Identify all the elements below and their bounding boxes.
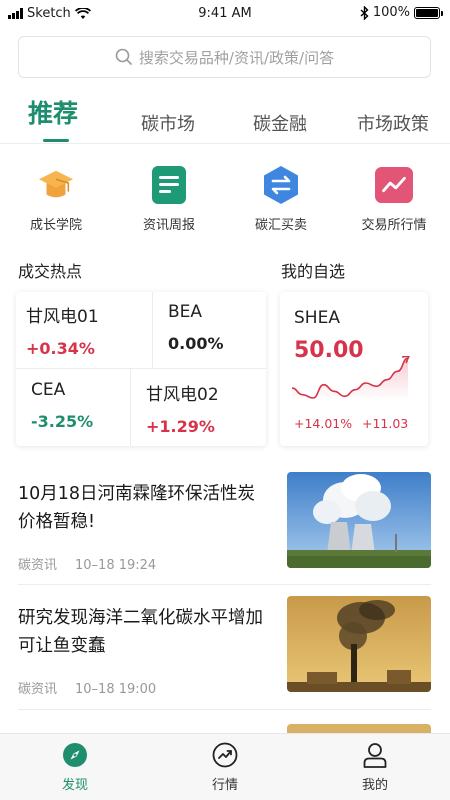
favorite-change-abs: +11.03 (362, 416, 409, 431)
news-thumbnail (287, 472, 431, 568)
user-icon (362, 742, 388, 768)
bluetooth-icon (360, 5, 369, 20)
section-title-hot: 成交热点 (18, 262, 83, 281)
hot-trading-card: 甘风电01 +0.34% BEA 0.00% CEA -3.25% 甘风电02 … (16, 292, 266, 446)
hot-item[interactable]: CEA -3.25% (31, 380, 93, 431)
tab-carbon-market[interactable]: 碳市场 (141, 110, 195, 136)
news-source: 碳资讯 (18, 558, 58, 573)
entry-growth-academy[interactable]: 成长学院 (0, 166, 112, 233)
search-icon (115, 48, 132, 66)
trend-circle-icon (212, 742, 238, 768)
nav-market[interactable]: 行情 (185, 742, 265, 793)
news-source: 碳资讯 (18, 682, 58, 697)
quick-entries: 成长学院 资讯周报 碳汇买卖 交易所行情 (0, 166, 450, 236)
trend-chart-icon (375, 166, 413, 204)
entry-weekly-news[interactable]: 资讯周报 (113, 166, 225, 233)
search-input[interactable]: 搜索交易品种/资讯/政策/问答 (18, 36, 431, 78)
tab-indicator (43, 139, 69, 142)
nav-discover[interactable]: 发现 (35, 742, 115, 793)
battery-percent: 100% (372, 5, 410, 20)
news-time: 10–18 19:00 (75, 682, 157, 697)
exchange-icon (262, 166, 300, 204)
bottom-nav: 发现 行情 我的 (0, 733, 450, 800)
compass-icon (62, 742, 88, 768)
battery-icon (414, 6, 443, 19)
section-title-favorites: 我的自选 (281, 262, 346, 281)
search-placeholder: 搜索交易品种/资讯/政策/问答 (138, 48, 335, 67)
tab-recommend[interactable]: 推荐 (28, 94, 78, 130)
news-item[interactable]: 10月18日河南霖隆环保活性炭价格暂稳! 碳资讯 10–18 19:24 (0, 472, 450, 604)
favorite-card[interactable]: SHEA 50.00 +14.01% +11.03 (280, 292, 428, 446)
status-bar: Sketch 9:41 AM 100% (0, 0, 450, 28)
hot-item[interactable]: 甘风电02 +1.29% (146, 380, 219, 436)
hot-item[interactable]: 甘风电01 +0.34% (26, 302, 99, 358)
document-icon (150, 166, 188, 204)
sparkline-chart (291, 356, 410, 400)
favorite-name: SHEA (294, 308, 340, 328)
tab-market-policy[interactable]: 市场政策 (357, 110, 429, 136)
favorite-change-pct: +14.01% (294, 416, 353, 431)
tab-carbon-finance[interactable]: 碳金融 (253, 110, 307, 136)
hot-item[interactable]: BEA 0.00% (168, 302, 224, 353)
news-title: 10月18日河南霖隆环保活性炭价格暂稳! (18, 484, 256, 532)
news-thumbnail (287, 596, 431, 692)
category-tabs: 推荐 碳市场 碳金融 市场政策 (0, 96, 450, 144)
nav-mine[interactable]: 我的 (335, 742, 415, 793)
news-time: 10–18 19:24 (75, 558, 157, 573)
graduation-cap-icon (37, 166, 75, 204)
news-title: 研究发现海洋二氧化碳水平增加可让鱼变蠢 (18, 608, 263, 656)
entry-carbon-trade[interactable]: 碳汇买卖 (225, 166, 337, 233)
entry-exchange-quotes[interactable]: 交易所行情 (338, 166, 450, 233)
